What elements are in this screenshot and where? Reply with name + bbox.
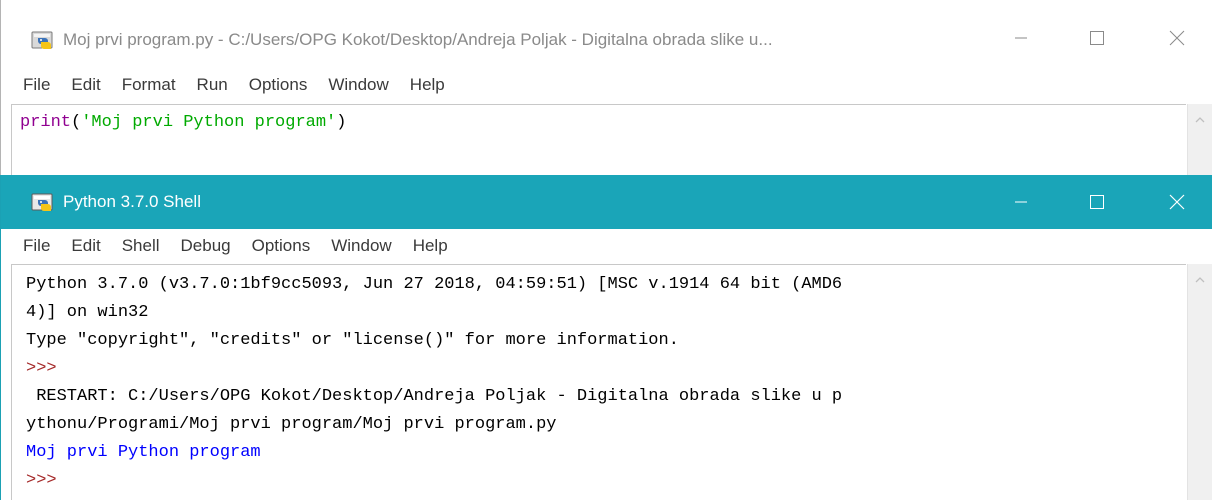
editor-menu-help[interactable]: Help [400,75,456,95]
editor-maximize-button[interactable] [1069,18,1125,58]
shell-restart-line: ythonu/Programi/Moj prvi program/Moj prv… [26,415,557,434]
shell-banner-line: Python 3.7.0 (v3.7.0:1bf9cc5093, Jun 27 … [26,275,843,294]
editor-menubar: File Edit Format Run Options Window Help [1,68,456,102]
scroll-up-arrow-icon[interactable] [1194,114,1206,126]
scroll-up-arrow-icon[interactable] [1194,274,1206,286]
editor-title-bar[interactable]: Moj prvi program.py - C:/Users/OPG Kokot… [1,0,1212,64]
editor-menu-edit[interactable]: Edit [61,75,111,95]
editor-menu-options[interactable]: Options [239,75,319,95]
shell-info-line: Type "copyright", "credits" or "license(… [26,331,679,350]
editor-close-button[interactable] [1149,18,1205,58]
shell-menu-debug[interactable]: Debug [171,236,242,256]
shell-window-title: Python 3.7.0 Shell [63,192,201,211]
shell-prompt: >>> [26,359,57,378]
editor-menu-window[interactable]: Window [318,75,399,95]
editor-menu-run[interactable]: Run [187,75,239,95]
shell-menu-help[interactable]: Help [403,236,459,256]
python-idle-icon [31,28,55,52]
code-line: print('Moj prvi Python program') [20,113,346,132]
code-close-paren: ) [336,113,347,132]
maximize-icon [1090,195,1104,209]
code-builtin-print: print [20,113,72,132]
shell-title-bar[interactable]: Python 3.7.0 Shell [1,175,1212,229]
editor-window-title: Moj prvi program.py - C:/Users/OPG Kokot… [63,30,773,49]
shell-menu-file[interactable]: File [1,236,61,256]
shell-scrollbar[interactable] [1187,264,1212,500]
editor-menu-file[interactable]: File [1,75,61,95]
shell-prompt: >>> [26,471,57,490]
code-string-literal: 'Moj prvi Python program' [81,113,337,132]
shell-banner-line: 4)] on win32 [26,303,149,322]
editor-menu-format[interactable]: Format [112,75,187,95]
editor-minimize-button[interactable] [993,18,1049,58]
shell-maximize-button[interactable] [1069,182,1125,222]
close-icon [1169,30,1185,46]
shell-window: Python 3.7.0 Shell File Edit Shell Debug… [0,175,1212,500]
minimize-icon [1015,201,1027,203]
code-open-paren: ( [71,113,82,132]
shell-menu-edit[interactable]: Edit [61,236,111,256]
python-idle-icon [31,190,55,214]
shell-menubar: File Edit Shell Debug Options Window Hel… [1,229,459,263]
shell-close-button[interactable] [1149,182,1205,222]
desktop: Moj prvi program.py - C:/Users/OPG Kokot… [0,0,1212,500]
shell-text-area[interactable]: Python 3.7.0 (v3.7.0:1bf9cc5093, Jun 27 … [11,264,1186,500]
shell-menu-shell[interactable]: Shell [112,236,171,256]
shell-minimize-button[interactable] [993,182,1049,222]
maximize-icon [1090,31,1104,45]
minimize-icon [1015,37,1027,39]
shell-menu-window[interactable]: Window [321,236,402,256]
shell-restart-line: RESTART: C:/Users/OPG Kokot/Desktop/Andr… [26,387,843,406]
shell-output-line: Moj prvi Python program [26,443,261,462]
shell-menu-options[interactable]: Options [242,236,322,256]
editor-window: Moj prvi program.py - C:/Users/OPG Kokot… [0,0,1212,176]
close-icon [1169,194,1185,210]
editor-scrollbar[interactable] [1187,104,1212,175]
editor-text-area[interactable]: print('Moj prvi Python program') [11,104,1186,176]
